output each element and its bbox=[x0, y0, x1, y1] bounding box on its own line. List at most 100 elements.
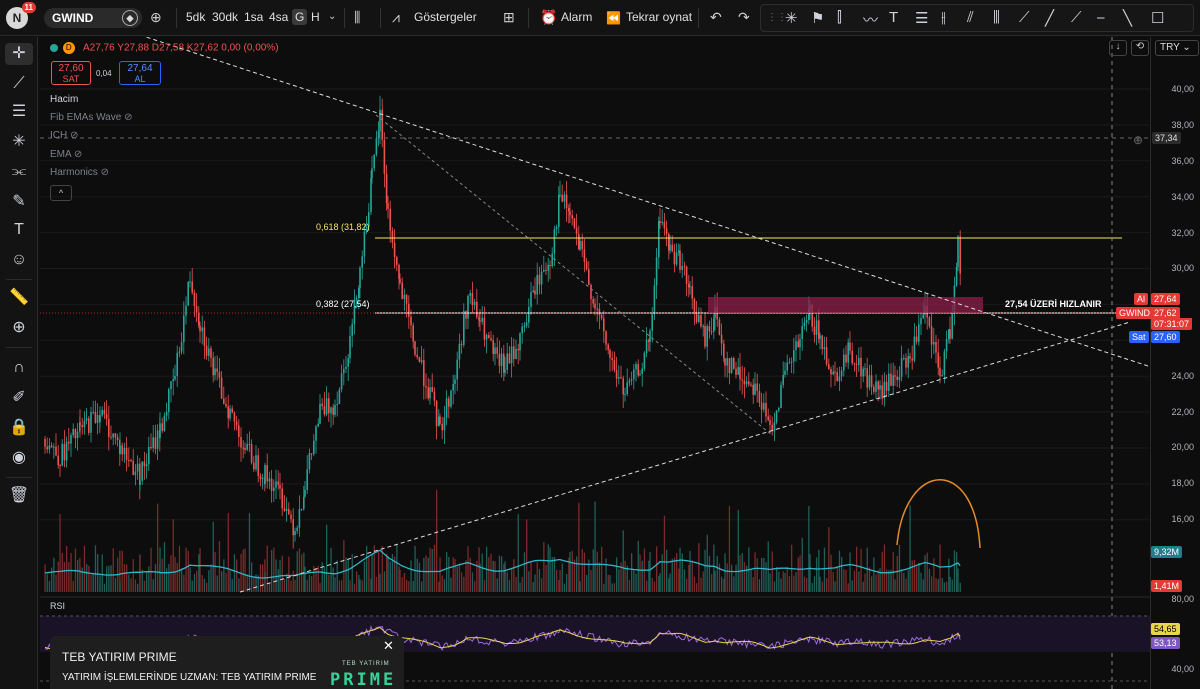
emoji-icon[interactable]: ☺ bbox=[8, 249, 30, 271]
interval-H[interactable]: H bbox=[311, 10, 320, 24]
segment-tool-icon[interactable]: ╲ bbox=[1123, 9, 1132, 27]
buy-button[interactable]: 27,64 AL bbox=[119, 61, 161, 85]
alarm-icon[interactable]: ⏰ bbox=[540, 9, 557, 26]
indicators-button[interactable]: Göstergeler bbox=[414, 10, 477, 24]
redo-icon[interactable]: ↷ bbox=[738, 9, 750, 26]
indicator-harmonics[interactable]: Harmonics ⊘ bbox=[50, 167, 109, 178]
pattern-icon[interactable]: ✳ bbox=[8, 131, 30, 153]
indicator-ich[interactable]: ICH ⊘ bbox=[50, 130, 78, 141]
candle-body bbox=[463, 310, 465, 345]
pattern-tool-icon[interactable]: ✳ bbox=[785, 9, 798, 27]
text-tool-icon[interactable]: T bbox=[889, 9, 898, 26]
indicators-icon[interactable]: ⩘ bbox=[392, 9, 400, 26]
replay-icon[interactable]: ⏪ bbox=[606, 11, 621, 25]
square-tool-icon[interactable]: ☐ bbox=[1151, 9, 1164, 27]
lock-drawing-icon[interactable]: ✐ bbox=[8, 387, 30, 409]
candle-body bbox=[351, 323, 353, 336]
eye-hidden-icon[interactable]: ⊘ bbox=[74, 149, 82, 160]
fib-382-label[interactable]: 0,382 (27,54) bbox=[316, 299, 370, 309]
candle-body bbox=[242, 447, 244, 449]
candle-body bbox=[543, 269, 545, 272]
indicator-ema[interactable]: EMA ⊘ bbox=[50, 149, 82, 160]
fib-618-label[interactable]: 0,618 (31,82) bbox=[316, 222, 370, 232]
candle-body bbox=[488, 334, 490, 339]
note-label[interactable]: 27,54 ÜZERİ HIZLANIR bbox=[1005, 299, 1102, 309]
volume-bar bbox=[566, 574, 568, 592]
pitchfork-tool-icon[interactable]: ⫿ bbox=[837, 9, 842, 26]
volume-bar bbox=[797, 557, 799, 592]
candle-type-icon[interactable]: ⫼ bbox=[354, 9, 360, 26]
price-chart[interactable] bbox=[40, 37, 1150, 689]
flag-tool-icon[interactable]: ⚑ bbox=[811, 9, 824, 27]
volume-bar bbox=[347, 558, 349, 592]
candle-body bbox=[797, 341, 799, 348]
drag-handle-icon[interactable]: ⋮⋮ bbox=[767, 12, 787, 23]
fan-tool-icon[interactable]: ⫽ bbox=[967, 9, 974, 26]
indicator-fib-emas[interactable]: Fib EMAs Wave ⊘ bbox=[50, 112, 132, 123]
volume-bar bbox=[778, 571, 780, 592]
fib-tool-icon[interactable]: ☰ bbox=[915, 9, 928, 27]
auto-scale-icon[interactable]: ⟲ bbox=[1131, 40, 1149, 56]
volume-bar bbox=[801, 537, 803, 592]
projection-tool-icon[interactable]: ⫲ bbox=[941, 9, 946, 26]
volume-bar bbox=[918, 562, 920, 592]
volume-bar bbox=[412, 580, 414, 592]
candle-body bbox=[538, 274, 541, 285]
compare-add-icon[interactable]: ⊕ bbox=[150, 9, 162, 26]
user-avatar[interactable]: N 11 bbox=[6, 2, 36, 29]
replay-button[interactable]: Tekrar oynat bbox=[626, 10, 692, 24]
eye-hidden-icon[interactable]: ⊘ bbox=[124, 112, 132, 123]
close-icon[interactable]: ✕ bbox=[383, 638, 394, 654]
candle-body bbox=[825, 347, 828, 365]
volume-bar bbox=[721, 576, 723, 592]
layouts-icon[interactable]: ⊞ bbox=[503, 9, 515, 26]
chevron-down-icon[interactable]: ⌄ bbox=[328, 11, 336, 22]
chart-area[interactable] bbox=[40, 37, 1200, 689]
eye-hidden-icon[interactable]: ⊘ bbox=[101, 167, 109, 178]
trendline-tool-icon[interactable]: ⟋ bbox=[1019, 9, 1030, 26]
scroll-down-icon[interactable]: ↓ bbox=[1109, 40, 1127, 56]
candle-body bbox=[313, 440, 315, 454]
interval-G[interactable]: G bbox=[292, 9, 308, 25]
sell-button[interactable]: 27,60 SAT bbox=[51, 61, 91, 85]
ray-tool-icon[interactable]: ╱ bbox=[1045, 9, 1054, 27]
alarm-button[interactable]: Alarm bbox=[561, 10, 592, 24]
volume-bar bbox=[678, 568, 680, 592]
eye-hidden-icon[interactable]: ⊘ bbox=[70, 130, 78, 141]
volume-bar bbox=[901, 569, 903, 592]
ruler-icon[interactable]: 📏 bbox=[8, 287, 30, 309]
volume-bar bbox=[55, 574, 57, 592]
wave-tool-icon[interactable]: 〰 bbox=[863, 9, 878, 30]
ad-toast[interactable]: TEB YATIRIM PRIME YATIRIM İŞLEMLERİNDE U… bbox=[50, 636, 404, 689]
add-alert-icon[interactable]: ⊕ bbox=[1133, 133, 1143, 147]
fib-retracement-icon[interactable]: ☰ bbox=[8, 101, 30, 123]
interval-4sa[interactable]: 4sa bbox=[269, 10, 288, 24]
notification-badge: 11 bbox=[21, 2, 36, 13]
rsi-pane-label[interactable]: RSI bbox=[50, 601, 65, 611]
eye-icon[interactable]: ◉ bbox=[8, 447, 30, 469]
candle-body bbox=[479, 320, 481, 322]
zoom-in-icon[interactable]: ⊕ bbox=[8, 317, 30, 339]
volume-bar bbox=[951, 579, 953, 592]
interval-5dk[interactable]: 5dk bbox=[186, 10, 205, 24]
trash-icon[interactable]: 🗑 bbox=[8, 485, 30, 507]
volume-legend[interactable]: Hacim bbox=[50, 94, 78, 105]
volume-bar bbox=[756, 558, 758, 592]
lock-icon[interactable]: 🔒 bbox=[8, 417, 30, 439]
text-icon[interactable]: T bbox=[8, 219, 30, 241]
currency-select[interactable]: TRY ⌄ bbox=[1155, 40, 1199, 56]
interval-1sa[interactable]: 1sa bbox=[244, 10, 263, 24]
crosshair-icon[interactable]: ✛ bbox=[5, 43, 33, 65]
trendline-icon[interactable]: ⟋ bbox=[8, 73, 30, 95]
measure-range-icon[interactable]: ⫘ bbox=[8, 161, 30, 183]
collapse-legend-button[interactable]: ^ bbox=[50, 185, 72, 201]
symbol-info-icon[interactable]: ◆ bbox=[122, 10, 138, 26]
magnet-icon[interactable]: ∩ bbox=[8, 357, 30, 379]
extended-line-icon[interactable]: ⟋ bbox=[1071, 9, 1082, 26]
undo-icon[interactable]: ↶ bbox=[710, 9, 722, 26]
interval-30dk[interactable]: 30dk bbox=[212, 10, 238, 24]
brush-icon[interactable]: ✎ bbox=[8, 191, 30, 213]
bars-tool-icon[interactable]: ⫼ bbox=[993, 9, 1000, 26]
symbol-search[interactable]: GWIND ◆ bbox=[44, 8, 142, 28]
hline-tool-icon[interactable]: ⎯ bbox=[1097, 9, 1105, 26]
